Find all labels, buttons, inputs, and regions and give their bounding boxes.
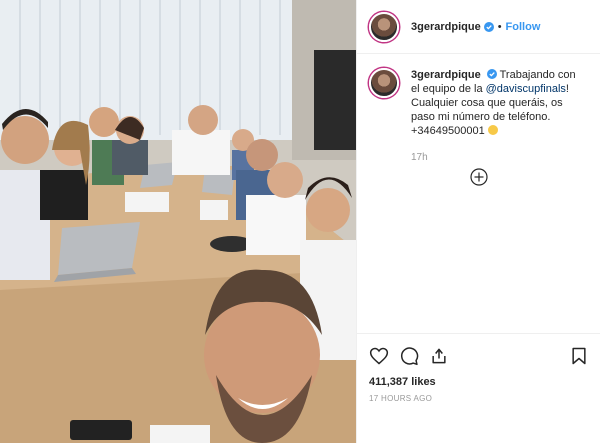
caption-block: 3gerardpique Trabajando con el equipo de… xyxy=(357,54,600,138)
action-icons xyxy=(369,344,589,368)
bookmark-icon[interactable] xyxy=(569,346,589,366)
caption-text: 3gerardpique Trabajando con el equipo de… xyxy=(411,68,579,138)
instagram-post-view: 3gerardpique • Follow 3gerardpique Traba… xyxy=(0,0,600,443)
post-sidebar: 3gerardpique • Follow 3gerardpique Traba… xyxy=(356,0,600,443)
comment-bubble-icon[interactable] xyxy=(399,346,419,366)
caption-mention-link[interactable]: @daviscupfinals xyxy=(486,83,566,95)
separator-dot: • xyxy=(497,20,502,33)
header-username[interactable]: 3gerardpique xyxy=(411,21,481,33)
post-timestamp[interactable]: 17 HOURS AGO xyxy=(369,394,589,403)
post-photo[interactable] xyxy=(0,0,356,443)
action-bar: 411,387 likes 17 HOURS AGO xyxy=(357,333,600,403)
verified-badge-icon xyxy=(483,21,494,32)
post-header: 3gerardpique • Follow xyxy=(357,0,600,54)
caption-avatar[interactable] xyxy=(369,68,399,98)
plus-circle-icon[interactable] xyxy=(470,168,488,186)
follow-button[interactable]: Follow xyxy=(506,21,541,33)
avatar[interactable] xyxy=(369,11,399,42)
heart-icon[interactable] xyxy=(369,346,389,366)
share-icon[interactable] xyxy=(429,346,449,366)
caption-verified-icon xyxy=(484,69,497,81)
smile-emoji-icon xyxy=(487,125,498,135)
likes-count[interactable]: 411,387 likes xyxy=(369,376,589,388)
caption-relative-time[interactable]: 17h xyxy=(411,152,600,163)
caption-username[interactable]: 3gerardpique xyxy=(411,69,481,81)
group-selfie-image xyxy=(0,0,356,443)
